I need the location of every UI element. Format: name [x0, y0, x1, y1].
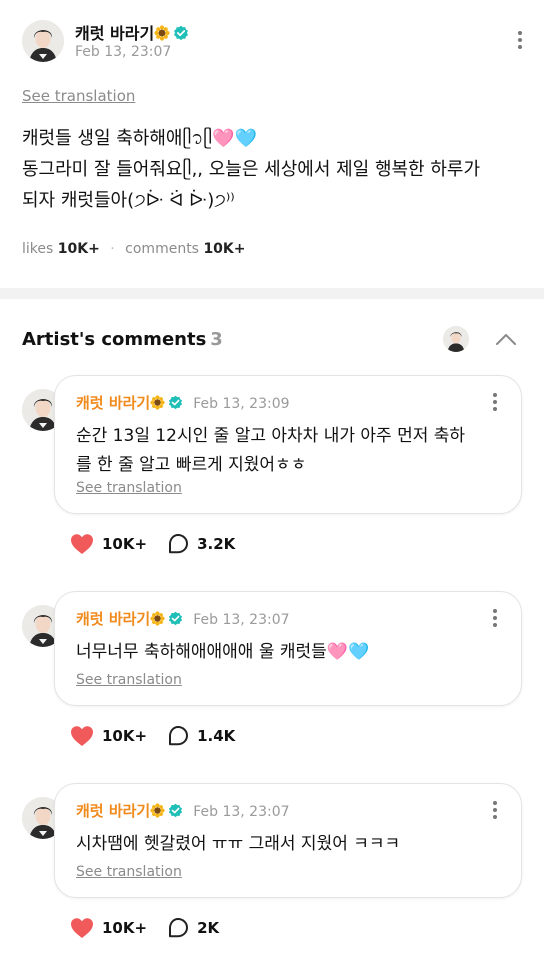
sunflower-icon [150, 611, 165, 630]
comment-text: 시차땜에 헷갈렸어 ㅠㅠ 그래서 지웠어 ㅋㅋㅋ [76, 830, 516, 859]
comment-text: 순간 13일 12시인 줄 알고 아차차 내가 아주 먼저 축하 를 한 줄 알… [76, 422, 516, 480]
like-count: 10K+ [102, 919, 148, 937]
comment-bubble-icon [169, 726, 189, 746]
heart-icon [71, 726, 93, 746]
like-count: 10K+ [102, 535, 148, 553]
comment-text-line: 순간 13일 12시인 줄 알고 아차차 내가 아주 먼저 축하 [76, 426, 466, 446]
verified-badge-icon [168, 611, 183, 630]
comment-header: 캐럿 바라기 Feb 13, 23:07 [76, 608, 290, 630]
comment-more-options-icon[interactable] [485, 798, 505, 822]
post-more-options-icon[interactable] [510, 28, 530, 52]
comment-item: 캐럿 바라기 Feb 13, 23:07 시차땜에 헷갈렸어 ㅠㅠ 그래서 지웠어… [22, 783, 522, 953]
comment-author[interactable]: 캐럿 바라기 [76, 610, 150, 628]
sunflower-icon [150, 395, 165, 414]
author-name[interactable]: 캐럿 바라기 [75, 20, 189, 45]
artist-comments-count: 3 [210, 329, 223, 350]
comment-see-translation-link[interactable]: See translation [76, 672, 182, 688]
comment-more-options-icon[interactable] [485, 606, 505, 630]
section-divider [0, 288, 544, 299]
stats-separator: · [110, 241, 115, 257]
comment-actions: 10K+ 3.2K [70, 533, 235, 555]
artist-comments-title-text: Artist's comments [22, 329, 207, 350]
comment-see-translation-link[interactable]: See translation [76, 864, 182, 880]
comment-timestamp: Feb 13, 23:09 [193, 396, 290, 412]
comments-count[interactable]: 10K+ [203, 241, 245, 257]
likes-count[interactable]: 10K+ [58, 241, 100, 257]
comment-actions: 10K+ 1.4K [70, 725, 235, 747]
comment-text: 너무너무 축하해애애애애 울 캐럿들🩷🩵 [76, 638, 516, 667]
comment-timestamp: Feb 13, 23:07 [193, 612, 290, 628]
artist-comments-title: Artist's comments 3 [22, 329, 223, 350]
likes-label: likes [22, 241, 54, 257]
reply-button[interactable]: 1.4K [167, 725, 235, 747]
artist-avatar[interactable] [443, 326, 469, 352]
sunflower-icon [150, 803, 165, 822]
like-button[interactable]: 10K+ [70, 917, 147, 939]
artist-comments-header: Artist's comments 3 [22, 326, 522, 356]
reply-button[interactable]: 2K [167, 917, 219, 939]
verified-badge-icon [173, 25, 189, 45]
comment-bubble: 캐럿 바라기 Feb 13, 23:09 순간 13일 12시인 줄 알고 아차차… [54, 375, 522, 514]
comment-text-line: 시차땜에 헷갈렸어 ㅠㅠ 그래서 지웠어 ㅋㅋㅋ [76, 834, 401, 854]
reply-button[interactable]: 3.2K [167, 533, 235, 555]
comment-see-translation-link[interactable]: See translation [76, 480, 182, 496]
comment-header: 캐럿 바라기 Feb 13, 23:07 [76, 800, 290, 822]
post-stats: likes 10K+ · comments 10K+ [22, 241, 246, 257]
post-see-translation-link[interactable]: See translation [22, 87, 135, 105]
comment-actions: 10K+ 2K [70, 917, 219, 939]
author-avatar[interactable] [22, 20, 64, 62]
reply-count: 1.4K [197, 727, 236, 745]
comment-item: 캐럿 바라기 Feb 13, 23:09 순간 13일 12시인 줄 알고 아차차… [22, 375, 522, 565]
comment-text-line: 너무너무 축하해애애애애 울 캐럿들🩷🩵 [76, 642, 370, 662]
post-body: 캐럿들 생일 축하해애ᥫ᭡ᥫ🩷🩵 동그라미 잘 들어줘요ᥫ,, 오늘은 세상에서… [22, 123, 532, 216]
post-header: 캐럿 바라기 Feb 13, 23:07 [22, 18, 522, 66]
comment-bubble: 캐럿 바라기 Feb 13, 23:07 너무너무 축하해애애애애 울 캐럿들🩷🩵… [54, 591, 522, 706]
comment-bubble-icon [169, 918, 189, 938]
comment-timestamp: Feb 13, 23:07 [193, 804, 290, 820]
comment-more-options-icon[interactable] [485, 390, 505, 414]
heart-icon [71, 534, 93, 554]
post-body-line: 동그라미 잘 들어줘요ᥫ,, 오늘은 세상에서 제일 행복한 하루가 [22, 159, 481, 180]
comment-header: 캐럿 바라기 Feb 13, 23:09 [76, 392, 290, 414]
verified-badge-icon [168, 395, 183, 414]
heart-icon [71, 918, 93, 938]
like-button[interactable]: 10K+ [70, 725, 147, 747]
comment-text-line: 를 한 줄 알고 빠르게 지웠어ㅎㅎ [76, 455, 307, 475]
chevron-up-icon[interactable] [494, 328, 518, 356]
verified-badge-icon [168, 803, 183, 822]
post-body-line: 캐럿들 생일 축하해애ᥫ᭡ᥫ🩷🩵 [22, 128, 258, 149]
reply-count: 3.2K [197, 535, 236, 553]
comments-label: comments [125, 241, 199, 257]
post-timestamp: Feb 13, 23:07 [75, 44, 172, 60]
comment-item: 캐럿 바라기 Feb 13, 23:07 너무너무 축하해애애애애 울 캐럿들🩷🩵… [22, 591, 522, 761]
like-button[interactable]: 10K+ [70, 533, 147, 555]
comment-author[interactable]: 캐럿 바라기 [76, 802, 150, 820]
post-body-line: 되자 캐럿들아(੭ᐕ ᐛ ᐕ)੭⁾⁾ [22, 190, 235, 211]
sunflower-icon [154, 25, 170, 45]
like-count: 10K+ [102, 727, 148, 745]
comment-bubble-icon [169, 534, 189, 554]
comment-bubble: 캐럿 바라기 Feb 13, 23:07 시차땜에 헷갈렸어 ㅠㅠ 그래서 지웠어… [54, 783, 522, 898]
author-name-text: 캐럿 바라기 [75, 24, 155, 43]
comment-author[interactable]: 캐럿 바라기 [76, 394, 150, 412]
reply-count: 2K [197, 919, 220, 937]
